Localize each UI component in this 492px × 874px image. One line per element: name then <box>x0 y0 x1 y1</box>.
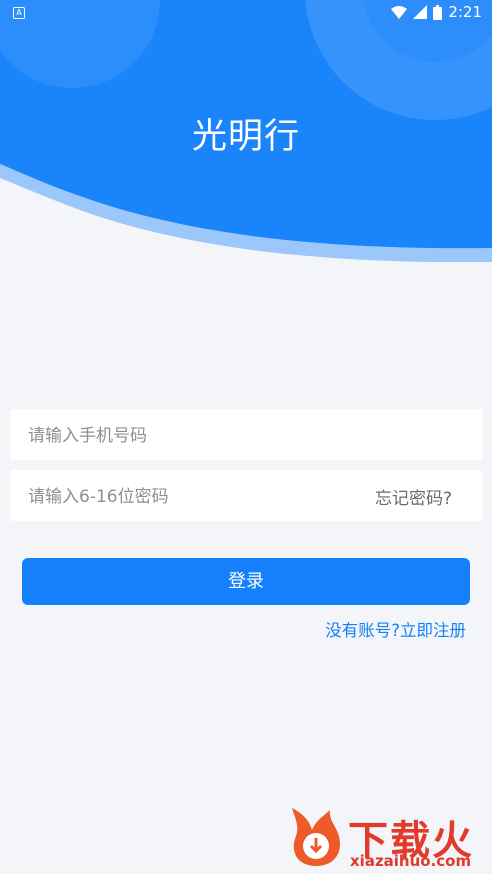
status-time: 2:21 <box>448 3 482 21</box>
watermark: 下载火 xiazaihuo.com <box>288 806 490 872</box>
register-link[interactable]: 没有账号?立即注册 <box>325 617 466 641</box>
password-field: 忘记密码? <box>10 470 482 523</box>
password-input[interactable] <box>26 470 360 523</box>
wifi-icon <box>391 5 408 19</box>
app-title: 光明行 <box>191 117 300 157</box>
phone-input[interactable] <box>26 409 360 462</box>
watermark-url: xiazaihuo.com <box>350 852 472 870</box>
status-bar: A 2:21 <box>0 0 492 26</box>
forgot-password-link[interactable]: 忘记密码? <box>375 484 452 509</box>
login-button[interactable]: 登录 <box>22 558 470 605</box>
app-notification-icon: A <box>13 7 25 19</box>
flame-logo-icon <box>292 808 340 866</box>
battery-icon <box>433 4 443 20</box>
signal-icon <box>413 5 428 19</box>
status-icons: 2:21 <box>391 3 482 21</box>
phone-field <box>10 409 482 462</box>
